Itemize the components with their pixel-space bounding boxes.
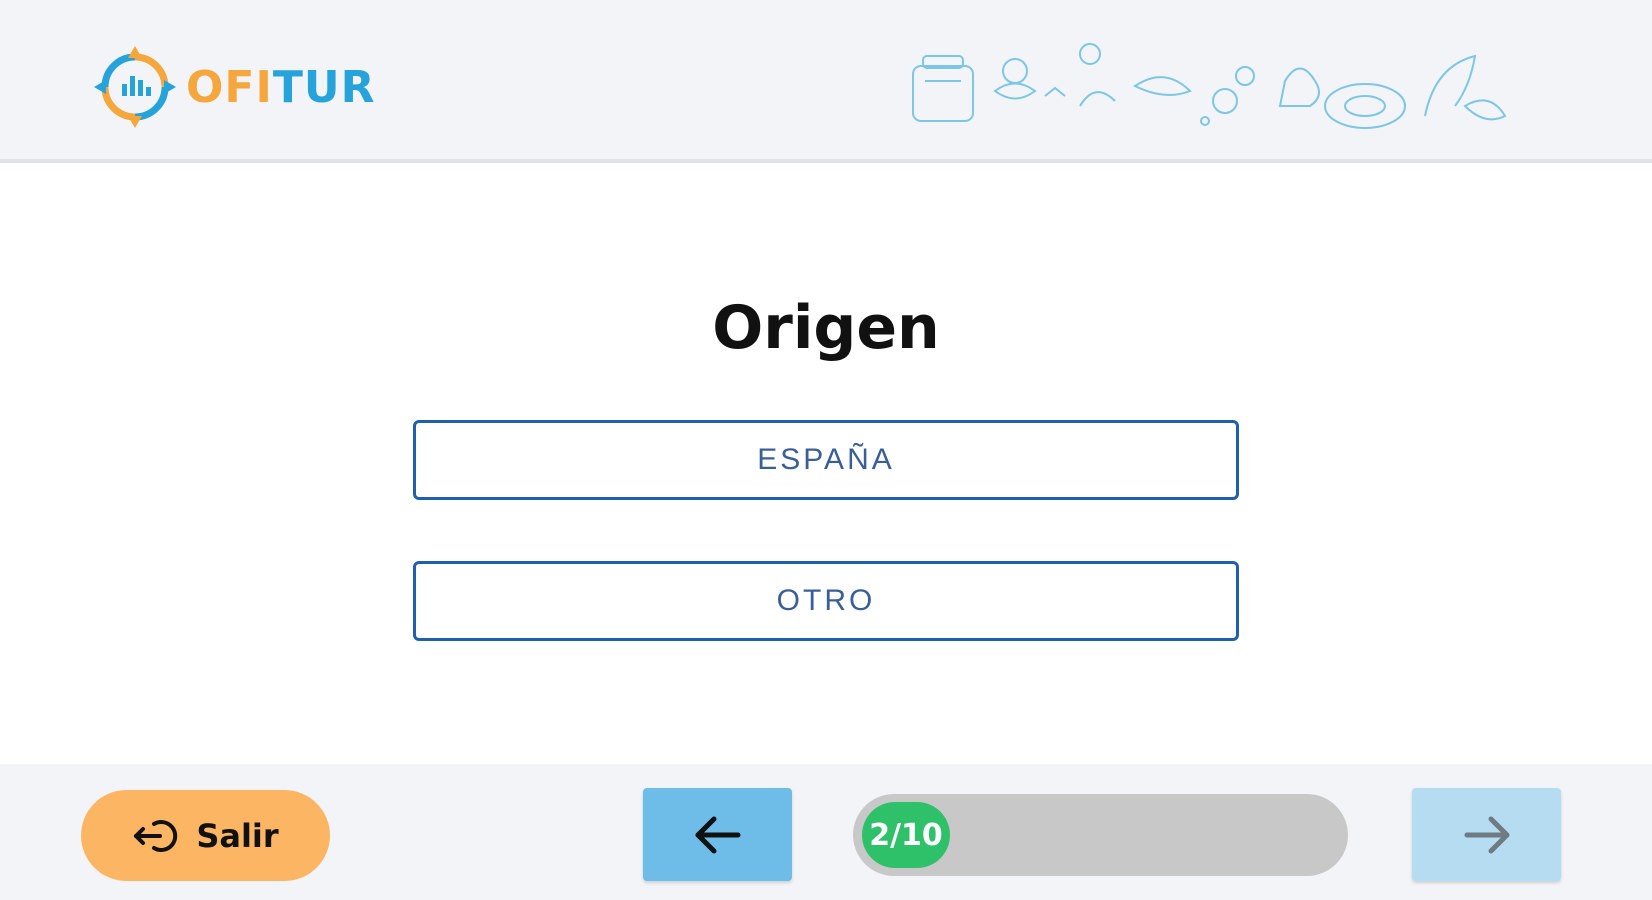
arrow-right-icon: [1464, 816, 1509, 853]
option-otro-button[interactable]: OTRO: [413, 561, 1239, 641]
page-title: Origen: [712, 293, 940, 363]
exit-icon: [134, 819, 178, 852]
logo-wordmark: OFITUR: [186, 62, 375, 113]
exit-button[interactable]: Salir: [81, 790, 330, 881]
progress-label: 2/10: [869, 817, 943, 853]
logo-text-tur: TUR: [272, 61, 376, 113]
logo: OFITUR: [92, 44, 375, 130]
next-button[interactable]: [1412, 788, 1561, 881]
arrow-left-icon: [695, 816, 740, 853]
main-content: Origen ESPAÑA OTRO: [0, 167, 1652, 764]
footer: Salir 2/10: [0, 764, 1652, 900]
previous-button[interactable]: [643, 788, 792, 881]
ofitur-logo-icon: [94, 46, 176, 128]
travel-doodles-icon: [912, 43, 1507, 129]
logo-text-ofi: OFI: [186, 61, 273, 113]
exit-button-label: Salir: [196, 816, 279, 855]
option-espana-button[interactable]: ESPAÑA: [413, 420, 1239, 500]
progress-bar: 2/10: [853, 794, 1348, 876]
header: OFITUR: [0, 0, 1652, 163]
progress-bar-fill: 2/10: [862, 802, 950, 868]
